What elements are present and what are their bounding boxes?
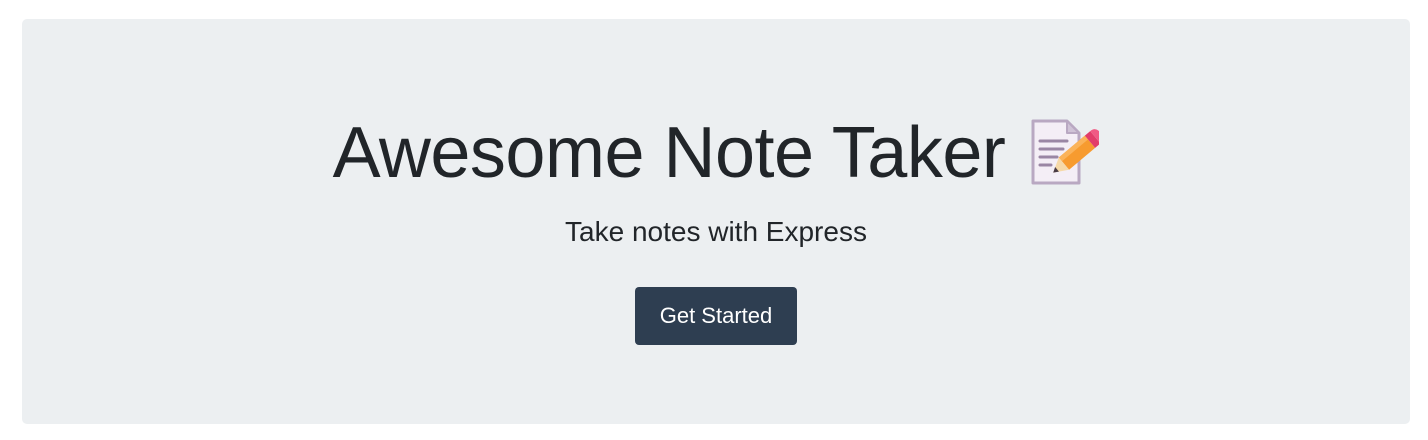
get-started-button[interactable]: Get Started (635, 287, 797, 345)
page-title: Awesome Note Taker (332, 113, 1006, 193)
title-row: Awesome Note Taker (22, 117, 1410, 189)
memo-pencil-icon (1031, 119, 1100, 185)
hero-jumbotron: Awesome Note Taker Take notes with Expre… (22, 19, 1410, 424)
page-subtitle: Take notes with Express (565, 216, 867, 247)
